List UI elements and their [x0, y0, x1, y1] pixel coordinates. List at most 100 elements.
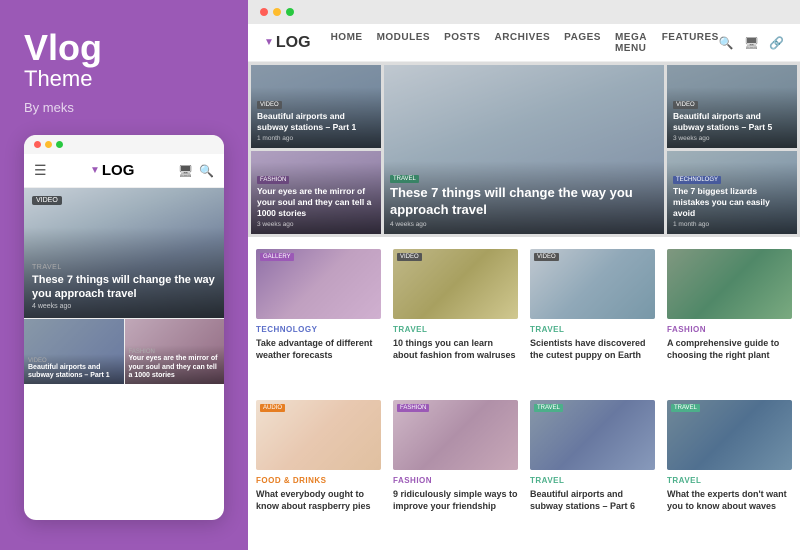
feat-top-right-overlay: VIDEO Beautiful airports and subway stat… [667, 87, 797, 148]
feat-top-left-title: Beautiful airports and subway stations –… [257, 111, 375, 133]
post-card-7: TRAVEL TRAVEL Beautiful airports and sub… [530, 400, 655, 539]
mobile-dot-yellow [45, 141, 52, 148]
search-icon[interactable]: 🔍 [719, 36, 734, 50]
brand-title: Vlog [24, 30, 224, 66]
mobile-hero: VIDEO TRAVEL These 7 things will change … [24, 188, 224, 318]
post-card-4: FASHION A comprehensive guide to choosin… [667, 249, 792, 388]
mobile-thumb-1-overlay: VIDEO Beautiful airports and subway stat… [24, 354, 124, 385]
post-4-category: FASHION [667, 325, 792, 334]
site-logo-arrow: ▼ [264, 37, 274, 48]
feat-top-right[interactable]: VIDEO Beautiful airports and subway stat… [667, 65, 797, 148]
feat-bottom-right-date: 1 month ago [673, 221, 791, 228]
post-card-3: VIDEO TRAVEL Scientists have discovered … [530, 249, 655, 388]
mobile-thumb-2-overlay: FASHION Your eyes are the mirror of your… [125, 345, 225, 384]
post-5-category: FOOD & DRINKS [256, 476, 381, 485]
post-2-category: TRAVEL [393, 325, 518, 334]
mobile-screen-icon[interactable]: 🖥 [178, 164, 193, 178]
post-card-1: GALLERY TECHNOLOGY Take advantage of dif… [256, 249, 381, 388]
nav-pages[interactable]: PAGES [564, 32, 601, 54]
post-thumb-7[interactable]: TRAVEL [530, 400, 655, 470]
site-header: ▼ LOG HOME MODULES POSTS ARCHIVES PAGES … [248, 24, 800, 62]
mobile-logo-arrow: ▼ [90, 165, 100, 176]
brand-subtitle: Theme [24, 66, 224, 92]
mobile-search-icon[interactable]: 🔍 [199, 164, 214, 178]
site-logo-text: LOG [276, 34, 311, 52]
site-nav: HOME MODULES POSTS ARCHIVES PAGES MEGA M… [331, 32, 719, 54]
browser-content: ▼ LOG HOME MODULES POSTS ARCHIVES PAGES … [248, 24, 800, 550]
post-5-badge: AUDIO [260, 404, 285, 412]
mobile-dot-red [34, 141, 41, 148]
browser-chrome [248, 0, 800, 24]
post-thumb-8[interactable]: TRAVEL [667, 400, 792, 470]
featured-col-left: VIDEO Beautiful airports and subway stat… [251, 65, 381, 234]
right-panel: ▼ LOG HOME MODULES POSTS ARCHIVES PAGES … [248, 0, 800, 550]
feat-bottom-right-title: The 7 biggest lizards mistakes you can e… [673, 186, 791, 219]
browser-dot-green [286, 8, 294, 16]
feat-top-left-badge: VIDEO [257, 101, 282, 109]
nav-megamenu[interactable]: MEGA MENU [615, 32, 648, 54]
feat-bottom-left-date: 3 weeks ago [257, 221, 375, 228]
post-6-category: FASHION [393, 476, 518, 485]
mobile-top-bar [24, 135, 224, 154]
post-4-title: A comprehensive guide to choosing the ri… [667, 337, 792, 361]
mobile-thumb-row: VIDEO Beautiful airports and subway stat… [24, 318, 224, 384]
post-2-badge: VIDEO [397, 253, 422, 261]
browser-dot-yellow [273, 8, 281, 16]
feat-bottom-left[interactable]: FASHION Your eyes are the mirror of your… [251, 151, 381, 234]
post-thumb-3[interactable]: VIDEO [530, 249, 655, 319]
brand-by: By meks [24, 100, 224, 115]
post-8-category: TRAVEL [667, 476, 792, 485]
feat-bottom-right-overlay: TECHNOLOGY The 7 biggest lizards mistake… [667, 162, 797, 234]
nav-features[interactable]: FEATURES [662, 32, 719, 54]
post-6-badge: FASHION [397, 404, 429, 412]
mobile-logo-text: LOG [102, 162, 135, 179]
nav-modules[interactable]: MODULES [377, 32, 431, 54]
feat-top-left[interactable]: VIDEO Beautiful airports and subway stat… [251, 65, 381, 148]
feat-top-left-overlay: VIDEO Beautiful airports and subway stat… [251, 87, 381, 148]
featured-col-center: TRAVEL These 7 things will change the wa… [384, 65, 664, 234]
post-1-category: TECHNOLOGY [256, 325, 381, 334]
post-card-8: TRAVEL TRAVEL What the experts don't wan… [667, 400, 792, 539]
post-1-badge: GALLERY [260, 253, 294, 261]
post-8-badge: TRAVEL [671, 404, 700, 412]
screen-icon[interactable]: 🖥 [744, 36, 759, 50]
mobile-hero-text: TRAVEL These 7 things will change the wa… [32, 264, 216, 311]
site-logo: ▼ LOG [264, 34, 311, 52]
featured-section: VIDEO Beautiful airports and subway stat… [248, 62, 800, 237]
browser-dot-red [260, 8, 268, 16]
feat-center[interactable]: TRAVEL These 7 things will change the wa… [384, 65, 664, 234]
mobile-thumb-1-title: Beautiful airports and subway stations –… [28, 364, 120, 381]
post-thumb-6[interactable]: FASHION [393, 400, 518, 470]
post-thumb-1[interactable]: GALLERY [256, 249, 381, 319]
mobile-content: VIDEO TRAVEL These 7 things will change … [24, 188, 224, 384]
post-3-category: TRAVEL [530, 325, 655, 334]
share-icon[interactable]: 🔗 [769, 36, 784, 50]
post-6-title: 9 ridiculously simple ways to improve yo… [393, 488, 518, 512]
hamburger-icon[interactable]: ☰ [34, 162, 47, 179]
feat-top-right-title: Beautiful airports and subway stations –… [673, 111, 791, 133]
feat-center-overlay: TRAVEL These 7 things will change the wa… [384, 161, 664, 234]
nav-archives[interactable]: ARCHIVES [494, 32, 550, 54]
nav-home[interactable]: HOME [331, 32, 363, 54]
feat-center-date: 4 weeks ago [390, 221, 658, 228]
nav-posts[interactable]: POSTS [444, 32, 480, 54]
post-7-title: Beautiful airports and subway stations –… [530, 488, 655, 512]
left-panel: Vlog Theme By meks ☰ ▼ LOG 🖥 🔍 VIDEO [0, 0, 248, 550]
mobile-thumb-1: VIDEO Beautiful airports and subway stat… [24, 319, 125, 384]
mobile-logo: ▼ LOG [55, 162, 170, 179]
mobile-dot-green [56, 141, 63, 148]
mobile-thumb-2-title: Your eyes are the mirror of your soul an… [129, 355, 221, 380]
mobile-thumb-2: FASHION Your eyes are the mirror of your… [125, 319, 225, 384]
post-card-5: AUDIO FOOD & DRINKS What everybody ought… [256, 400, 381, 539]
post-thumb-5[interactable]: AUDIO [256, 400, 381, 470]
featured-col-right: VIDEO Beautiful airports and subway stat… [667, 65, 797, 234]
mobile-hero-date: 4 weeks ago [32, 303, 216, 310]
post-3-badge: VIDEO [534, 253, 559, 261]
post-thumb-4[interactable] [667, 249, 792, 319]
post-thumb-2[interactable]: VIDEO [393, 249, 518, 319]
feat-top-right-badge: VIDEO [673, 101, 698, 109]
post-5-title: What everybody ought to know about raspb… [256, 488, 381, 512]
post-7-badge: TRAVEL [534, 404, 563, 412]
feat-bottom-right[interactable]: TECHNOLOGY The 7 biggest lizards mistake… [667, 151, 797, 234]
mobile-nav: ☰ ▼ LOG 🖥 🔍 [24, 154, 224, 188]
